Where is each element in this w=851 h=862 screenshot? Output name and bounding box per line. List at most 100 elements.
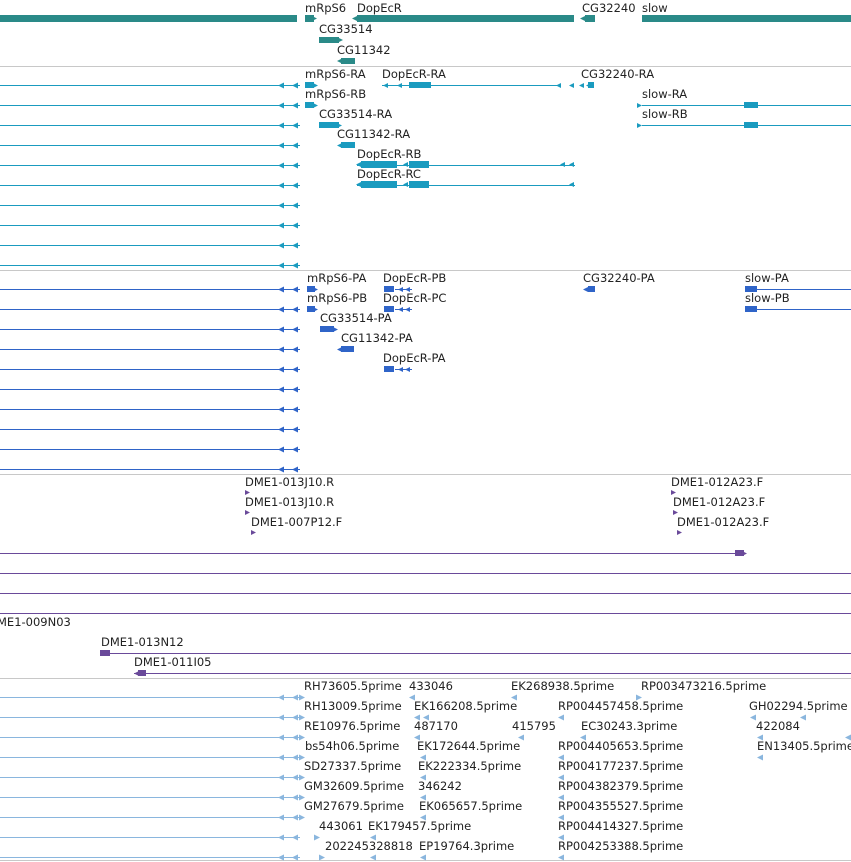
est-label[interactable]: RP004405653.5prime	[558, 740, 683, 753]
transcript-label[interactable]: slow-RB	[642, 108, 688, 121]
transcript-label[interactable]: DopEcR-RC	[357, 168, 421, 181]
transcript-label[interactable]: mRpS6-RB	[305, 88, 366, 101]
est-label[interactable]: GM32609.5prime	[304, 780, 404, 793]
clone-label[interactable]: DME1-013N12	[101, 636, 184, 649]
est-label[interactable]: 415795	[512, 720, 556, 733]
strand-arrow	[292, 466, 298, 473]
strand-arrow	[292, 814, 298, 821]
gene-label[interactable]: CG32240	[582, 2, 636, 15]
gene-label[interactable]: mRpS6	[305, 2, 346, 15]
transcript-label[interactable]: CG32240-RA	[581, 68, 654, 81]
transcript-label[interactable]: slow-RA	[642, 88, 687, 101]
transcript-label[interactable]: DopEcR-RA	[382, 68, 446, 81]
gene-label[interactable]: DopEcR	[357, 2, 402, 15]
est-label[interactable]: EC30243.3prime	[581, 720, 677, 733]
est-label[interactable]: RE10976.5prime	[304, 720, 400, 733]
clone-label[interactable]: DME1-011I05	[134, 656, 212, 669]
est-label[interactable]: EK179457.5prime	[368, 820, 471, 833]
est-label[interactable]: GH02294.5prime	[749, 700, 848, 713]
est-label[interactable]: EK166208.5prime	[414, 700, 517, 713]
exon-block	[409, 181, 429, 188]
est-label[interactable]: RP004414327.5prime	[558, 820, 683, 833]
clone-label[interactable]: DME1-013J10.R	[245, 476, 334, 489]
est-label[interactable]: EN13405.5prime	[757, 740, 851, 753]
clone-label[interactable]: ME1-009N03	[0, 616, 71, 629]
strand-arrow	[292, 794, 298, 801]
strand-arrow	[278, 142, 284, 149]
strand-arrow	[292, 262, 298, 269]
gene-block	[642, 15, 851, 22]
transcript-label[interactable]: DopEcR-RB	[357, 148, 421, 161]
strand-arrow	[278, 754, 284, 761]
strand-arrow	[677, 530, 682, 535]
clone-block	[138, 670, 146, 676]
strand-arrow	[403, 182, 408, 187]
strand-arrow	[560, 162, 565, 167]
est-label[interactable]: 202245328818	[325, 840, 413, 853]
est-label[interactable]: RH13009.5prime	[304, 700, 402, 713]
est-label[interactable]: RP004457458.5prime	[558, 700, 683, 713]
strand-arrow	[292, 326, 298, 333]
gene-block	[0, 15, 297, 22]
strand-arrow	[278, 854, 284, 861]
est-label[interactable]: EK172644.5prime	[417, 740, 520, 753]
est-label[interactable]: EK222334.5prime	[418, 760, 521, 773]
exon-block	[305, 102, 314, 108]
protein-label[interactable]: slow-PB	[745, 292, 790, 305]
exon-block	[744, 122, 758, 128]
est-label[interactable]: RP004355527.5prime	[558, 800, 683, 813]
clone-label[interactable]: DME1-007P12.F	[251, 516, 342, 529]
gene-label[interactable]: slow	[642, 2, 668, 15]
protein-label[interactable]: CG11342-PA	[341, 332, 413, 345]
clone-label[interactable]: DME1-013J10.R	[245, 496, 334, 509]
est-arrow	[800, 714, 806, 721]
strand-arrow	[556, 83, 561, 88]
gene-block	[357, 15, 574, 22]
strand-arrow	[292, 714, 298, 721]
strand-arrow	[397, 83, 402, 88]
est-label[interactable]: EK065657.5prime	[419, 800, 522, 813]
est-label[interactable]: 443061	[319, 820, 363, 833]
transcript-label[interactable]: CG11342-RA	[337, 128, 410, 141]
protein-label[interactable]: mRpS6-PB	[307, 292, 367, 305]
gene-label[interactable]: CG33514	[319, 23, 373, 36]
protein-label[interactable]: CG32240-PA	[583, 272, 655, 285]
est-label[interactable]: EK268938.5prime	[511, 680, 614, 693]
strand-arrow	[292, 734, 298, 741]
transcript-label[interactable]: CG33514-RA	[319, 108, 392, 121]
strand-arrow	[251, 530, 256, 535]
est-label[interactable]: RP004382379.5prime	[558, 780, 683, 793]
exon-block	[588, 82, 594, 88]
strand-arrow	[292, 406, 298, 413]
clone-label[interactable]: DME1-012A23.F	[671, 476, 763, 489]
clone-label[interactable]: DME1-012A23.F	[673, 496, 765, 509]
est-label[interactable]: RP003473216.5prime	[641, 680, 766, 693]
est-label[interactable]: 422084	[756, 720, 800, 733]
strand-arrow	[337, 347, 342, 352]
strand-arrow	[278, 366, 284, 373]
est-label[interactable]: RP004177237.5prime	[558, 760, 683, 773]
protein-label[interactable]: DopEcR-PB	[383, 272, 446, 285]
transcript-label[interactable]: mRpS6-RA	[305, 68, 366, 81]
protein-label[interactable]: DopEcR-PC	[383, 292, 446, 305]
clone-label[interactable]: DME1-012A23.F	[677, 516, 769, 529]
protein-label[interactable]: slow-PA	[745, 272, 789, 285]
strand-arrow	[292, 222, 298, 229]
strand-arrow	[292, 82, 298, 89]
gene-label[interactable]: CG11342	[337, 44, 391, 57]
est-label[interactable]: GM27679.5prime	[304, 800, 404, 813]
est-label[interactable]: 487170	[414, 720, 458, 733]
est-label[interactable]: RP004253388.5prime	[558, 840, 683, 853]
est-label[interactable]: 433046	[409, 680, 453, 693]
protein-label[interactable]: mRpS6-PA	[307, 272, 366, 285]
est-label[interactable]: 346242	[418, 780, 462, 793]
strand-arrow	[278, 406, 284, 413]
strand-arrow	[292, 446, 298, 453]
est-label[interactable]: RH73605.5prime	[304, 680, 402, 693]
est-label[interactable]: EP19764.3prime	[419, 840, 514, 853]
est-label[interactable]: SD27337.5prime	[304, 760, 401, 773]
gene-arrow	[337, 58, 342, 64]
protein-label[interactable]: DopEcR-PA	[383, 352, 446, 365]
protein-label[interactable]: CG33514-PA	[320, 312, 392, 325]
est-label[interactable]: bs54h06.5prime	[305, 740, 399, 753]
